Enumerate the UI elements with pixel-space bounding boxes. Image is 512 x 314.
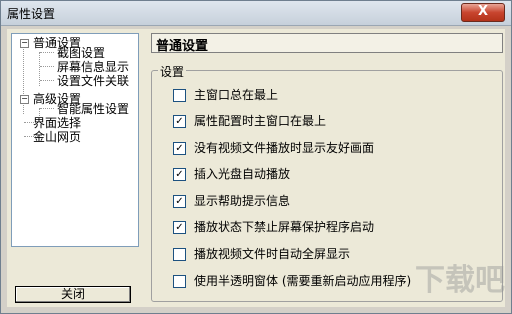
tree-item-label: 智能属性设置	[57, 102, 130, 116]
option-show-help-tips[interactable]: ✓ 显示帮助提示信息	[173, 193, 290, 209]
option-label: 使用半透明窗体 (需要重新启动应用程序)	[194, 274, 412, 288]
tree-connector	[39, 108, 40, 116]
page-title: 普通设置	[156, 39, 209, 54]
checkbox[interactable]	[173, 275, 186, 288]
option-disable-screensaver[interactable]: ✓ 播放状态下禁止屏幕保护程序启动	[173, 219, 374, 235]
checkbox[interactable]	[173, 248, 186, 261]
checkbox[interactable]: ✓	[173, 195, 186, 208]
checkbox[interactable]: ✓	[173, 115, 186, 128]
tree-connector	[40, 80, 54, 81]
window-close-icon[interactable]: X	[461, 3, 505, 22]
tree-item-label: 屏幕信息显示	[57, 60, 130, 74]
tree-item-label: 金山网页	[33, 130, 82, 144]
tree-item-label: 界面选择	[33, 116, 82, 130]
settings-tree: − 普通设置 截图设置 屏幕信息显示 设置文件关联 − 高级设置 智能属性设置 …	[11, 33, 139, 247]
collapse-icon[interactable]: −	[20, 39, 29, 48]
option-auto-fullscreen[interactable]: 播放视频文件时自动全屏显示	[173, 246, 350, 262]
checkbox[interactable]: ✓	[173, 142, 186, 155]
watermark-logo: 下载吧	[415, 263, 505, 298]
tree-item-screen-info-display[interactable]: 屏幕信息显示	[57, 60, 129, 74]
tree-item-interface-selection[interactable]: 界面选择	[33, 116, 81, 130]
tree-connector	[40, 66, 54, 67]
option-always-on-top[interactable]: 主窗口总在最上	[173, 87, 278, 103]
option-translucent-window[interactable]: 使用半透明窗体 (需要重新启动应用程序)	[173, 273, 411, 289]
tree-item-label: 设置文件关联	[57, 74, 130, 88]
option-label: 主窗口总在最上	[194, 88, 279, 102]
tree-item-label: 截图设置	[57, 46, 106, 60]
option-on-top-during-config[interactable]: ✓ 属性配置时主窗口在最上	[173, 113, 326, 129]
checkbox[interactable]: ✓	[173, 168, 186, 181]
tree-item-smart-properties[interactable]: 智能属性设置	[57, 102, 129, 116]
page-header: 普通设置	[151, 33, 503, 54]
collapse-icon[interactable]: −	[20, 95, 29, 104]
window-title: 属性设置	[7, 7, 56, 21]
tree-connector	[40, 108, 54, 109]
option-label: 插入光盘自动播放	[194, 167, 291, 181]
tree-item-screenshot-settings[interactable]: 截图设置	[57, 46, 105, 60]
option-friendly-screen[interactable]: ✓ 没有视频文件播放时显示友好画面	[173, 140, 374, 156]
checkbox[interactable]: ✓	[173, 221, 186, 234]
option-label: 显示帮助提示信息	[194, 194, 291, 208]
groupbox-label: 设置	[158, 63, 187, 80]
tree-item-kingsoft-web[interactable]: 金山网页	[33, 130, 81, 144]
title-bar[interactable]: 属性设置 X	[1, 1, 511, 26]
option-label: 播放状态下禁止屏幕保护程序启动	[194, 220, 375, 234]
tree-item-file-association[interactable]: 设置文件关联	[57, 74, 129, 88]
close-button[interactable]: 关闭	[15, 286, 131, 303]
properties-window: 属性设置 X − 普通设置 截图设置 屏幕信息显示 设置文件关联 − 高级设置 …	[0, 0, 512, 314]
checkbox[interactable]	[173, 89, 186, 102]
option-autoplay-disc[interactable]: ✓ 插入光盘自动播放	[173, 166, 290, 182]
option-label: 没有视频文件播放时显示友好画面	[194, 141, 375, 155]
option-label: 播放视频文件时自动全屏显示	[194, 247, 351, 261]
tree-connector	[40, 52, 54, 53]
option-label: 属性配置时主窗口在最上	[194, 114, 327, 128]
